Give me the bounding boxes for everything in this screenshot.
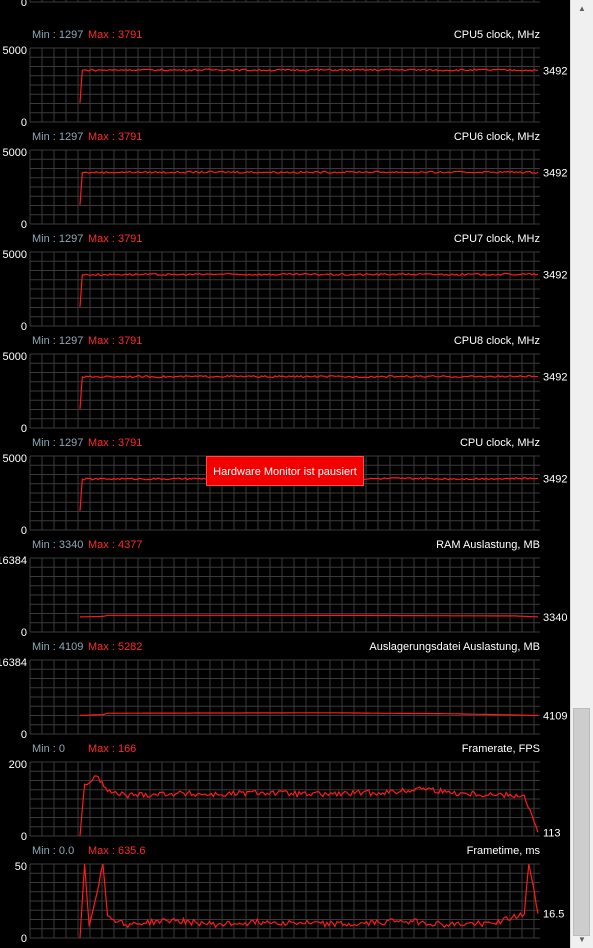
current-value-label: 4109 [543, 710, 567, 722]
min-value-label: Min : 1297 [32, 233, 83, 245]
graph-panel: Min : 1297 Max : 3791 CPU clock, MHz 5000 0 3… [3, 437, 568, 537]
max-value-label: Max : 166 [88, 743, 136, 755]
current-value-label: 3492 [543, 65, 567, 77]
current-value-label: 3340 [543, 612, 567, 624]
graph-panel: Min : 1297 Max : 3791 CPU7 clock, MHz 5000 0… [3, 233, 568, 333]
series-line [80, 614, 539, 618]
graph-panel: Min : 0.0 Max : 635.6 Frametime, ms 50 0 16.5 [15, 845, 565, 945]
max-value-label: Max : 3791 [88, 437, 142, 449]
min-value-label: Min : 4109 [32, 641, 83, 653]
series-line [79, 374, 539, 409]
min-value-label: Min : 1297 [32, 437, 83, 449]
current-value-label: 113 [543, 827, 561, 839]
min-value-label: Min : 1297 [32, 335, 83, 347]
y-max-tick-label: 5000 [3, 453, 27, 465]
y-max-tick-label: 5000 [3, 351, 27, 363]
y-min-tick-label: 0 [21, 729, 27, 741]
y-max-tick-label: 200 [9, 759, 27, 771]
y-min-tick-label: 0 [21, 627, 27, 639]
scrollbar-thumb[interactable] [573, 708, 590, 936]
max-value-label: Max : 3791 [88, 233, 142, 245]
graph-panel: 0 [21, 0, 540, 9]
graph-title: CPU clock, MHz [460, 437, 540, 449]
vertical-scrollbar[interactable]: ▲ ▼ [570, 0, 593, 948]
series-line [79, 68, 539, 103]
graph-panel: Min : 1297 Max : 3791 CPU6 clock, MHz 5000 0… [3, 131, 568, 231]
max-value-label: Max : 4377 [88, 539, 142, 551]
y-min-tick-label: 0 [21, 219, 27, 231]
current-value-label: 3492 [543, 473, 567, 485]
series-line [79, 272, 539, 307]
graph-panel: Min : 1297 Max : 3791 CPU8 clock, MHz 5000 0… [3, 335, 568, 435]
y-min-tick-label: 0 [21, 321, 27, 333]
current-value-label: 3492 [543, 167, 567, 179]
scroll-up-arrow-icon[interactable]: ▲ [571, 0, 593, 17]
current-value-label: 16.5 [543, 909, 564, 921]
current-value-label: 3492 [543, 269, 567, 281]
graph-panel: Min : 1297 Max : 3791 CPU5 clock, MHz 5000 0… [3, 29, 568, 129]
min-value-label: Min : 3340 [32, 539, 83, 551]
graph-title: CPU6 clock, MHz [454, 131, 540, 143]
y-max-tick-label: 5000 [3, 147, 27, 159]
paused-status-banner[interactable]: Hardware Monitor ist pausiert [206, 456, 364, 486]
graph-title: CPU5 clock, MHz [454, 29, 540, 41]
graph-title: CPU7 clock, MHz [454, 233, 540, 245]
graph-title: RAM Auslastung, MB [436, 539, 540, 551]
y-min-tick-label: 0 [21, 933, 27, 945]
y-max-tick-label: 5000 [3, 249, 27, 261]
y-max-tick-label: 5000 [3, 45, 27, 57]
min-value-label: Min : 0.0 [32, 845, 74, 857]
series-line [79, 170, 539, 205]
y-min-tick-label: 0 [21, 0, 27, 9]
max-value-label: Max : 635.6 [88, 845, 145, 857]
y-max-tick-label: 16384 [0, 657, 27, 669]
max-value-label: Max : 5282 [88, 641, 142, 653]
y-min-tick-label: 0 [21, 423, 27, 435]
min-value-label: Min : 1297 [32, 131, 83, 143]
graph-title: CPU8 clock, MHz [454, 335, 540, 347]
graph-panel: Min : 0 Max : 166 Framerate, FPS 200 0 113 [9, 743, 561, 843]
max-value-label: Max : 3791 [88, 335, 142, 347]
min-value-label: Min : 1297 [32, 29, 83, 41]
min-value-label: Min : 0 [32, 743, 65, 755]
current-value-label: 3492 [543, 371, 567, 383]
max-value-label: Max : 3791 [88, 131, 142, 143]
graph-title: Auslagerungsdatei Auslastung, MB [369, 641, 540, 653]
graph-panel: Min : 3340 Max : 4377 RAM Auslastung, MB 16… [0, 539, 567, 639]
graph-panel: Min : 4109 Max : 5282 Auslagerungsdatei Au… [0, 641, 567, 741]
y-min-tick-label: 0 [21, 117, 27, 129]
scroll-down-arrow-icon[interactable]: ▼ [571, 931, 593, 948]
y-max-tick-label: 16384 [0, 555, 27, 567]
y-min-tick-label: 0 [21, 525, 27, 537]
graph-title: Frametime, ms [467, 845, 541, 857]
y-min-tick-label: 0 [21, 831, 27, 843]
graph-title: Framerate, FPS [462, 743, 540, 755]
max-value-label: Max : 3791 [88, 29, 142, 41]
y-max-tick-label: 50 [15, 861, 27, 873]
